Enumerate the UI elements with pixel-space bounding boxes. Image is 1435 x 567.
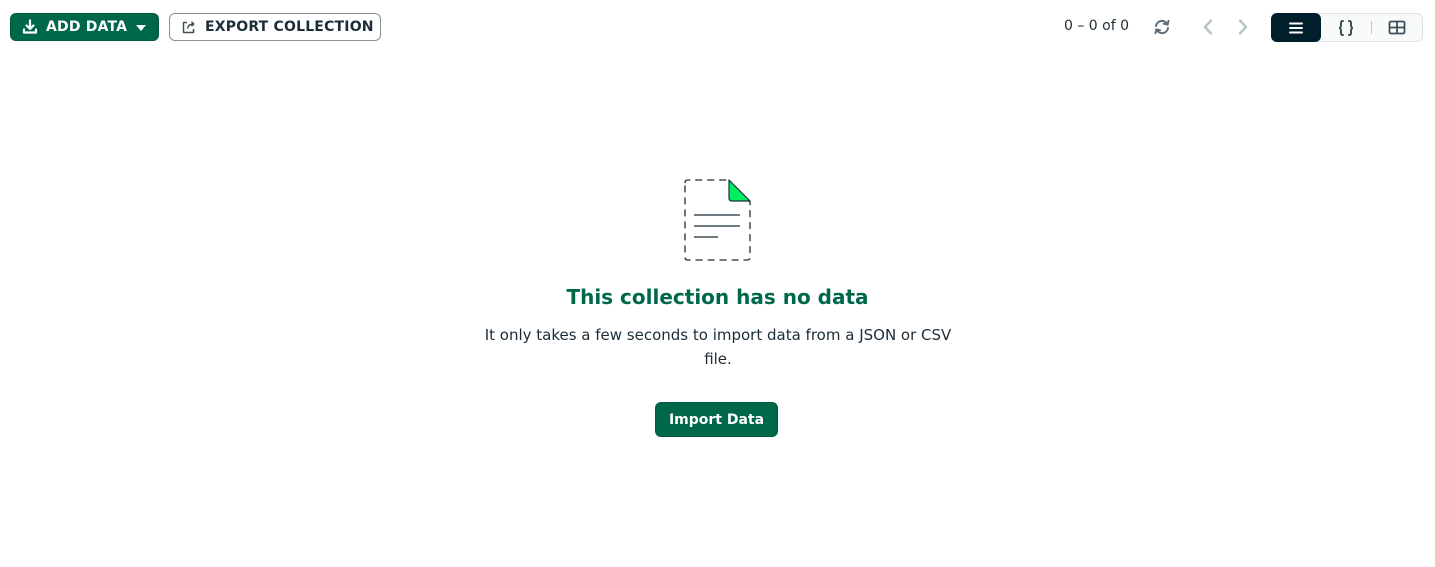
documents-page: ADD DATA EXPORT COLLECTION 0 – 0 of 0 Th…: [0, 0, 1435, 567]
empty-state: This collection has no data It only take…: [0, 0, 1435, 567]
empty-state-title: This collection has no data: [566, 285, 869, 309]
empty-document-icon: [682, 177, 754, 263]
empty-state-description: It only takes a few seconds to import da…: [484, 326, 952, 368]
import-data-button[interactable]: Import Data: [655, 402, 778, 437]
